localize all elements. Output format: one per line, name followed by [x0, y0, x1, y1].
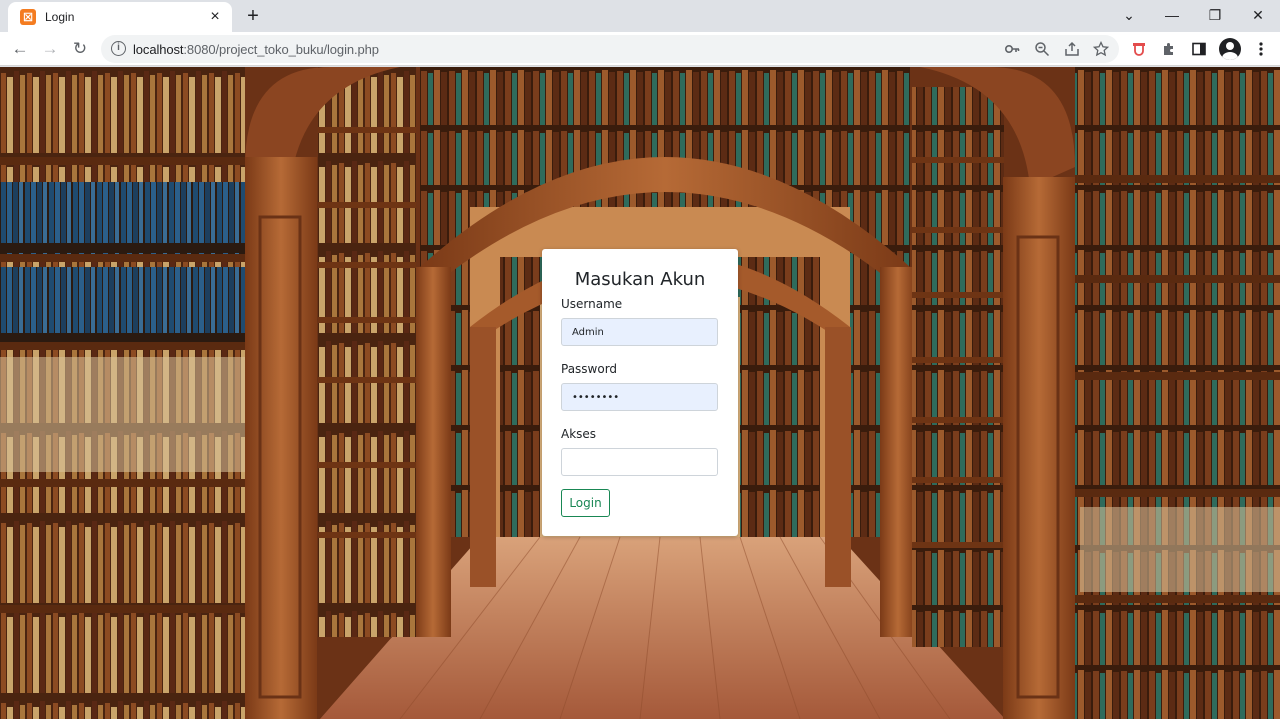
browser-tab[interactable]: ☒ Login × — [8, 2, 232, 32]
browser-tabstrip: ☒ Login × + ⌄ — ❐ ✕ — [0, 0, 1280, 32]
menu-icon[interactable] — [1250, 38, 1272, 60]
side-panel-icon[interactable] — [1188, 38, 1210, 60]
tab-title: Login — [45, 10, 75, 24]
password-label: Password — [561, 362, 618, 376]
address-url[interactable]: localhost:8080/project_toko_buku/login.p… — [133, 42, 379, 57]
akses-input[interactable] — [561, 448, 718, 476]
site-info-icon[interactable]: i — [111, 41, 126, 56]
page-viewport: Masukan Akun Username Password Akses Log… — [0, 67, 1280, 719]
tab-search-button[interactable]: ⌄ — [1107, 0, 1151, 30]
back-button[interactable]: ← — [7, 36, 33, 62]
share-icon[interactable] — [1063, 40, 1081, 58]
login-title: Masukan Akun — [574, 269, 706, 290]
forward-button[interactable]: → — [37, 36, 63, 62]
login-button[interactable]: Login — [561, 489, 610, 517]
address-bar[interactable]: i localhost:8080/project_toko_buku/login… — [101, 35, 1119, 63]
username-input[interactable] — [561, 318, 718, 346]
restore-button[interactable]: ❐ — [1193, 0, 1237, 30]
extension-shield-icon[interactable] — [1128, 38, 1150, 60]
puzzle-icon[interactable] — [1158, 38, 1180, 60]
login-card: Masukan Akun Username Password Akses Log… — [542, 249, 738, 536]
zoom-icon[interactable] — [1033, 40, 1051, 58]
reload-button[interactable]: ↻ — [67, 36, 93, 62]
profile-icon[interactable] — [1219, 38, 1241, 60]
bookmark-star-icon[interactable] — [1092, 40, 1110, 58]
key-icon[interactable] — [1003, 40, 1021, 58]
tab-close-icon[interactable]: × — [206, 9, 224, 25]
browser-toolbar: ← → ↻ i localhost:8080/project_toko_buku… — [0, 32, 1280, 66]
minimize-button[interactable]: — — [1150, 0, 1194, 30]
close-window-button[interactable]: ✕ — [1236, 0, 1280, 30]
xampp-icon: ☒ — [20, 9, 36, 25]
username-label: Username — [561, 297, 623, 311]
new-tab-button[interactable]: + — [240, 4, 266, 28]
password-input[interactable] — [561, 383, 718, 411]
akses-label: Akses — [561, 427, 597, 441]
